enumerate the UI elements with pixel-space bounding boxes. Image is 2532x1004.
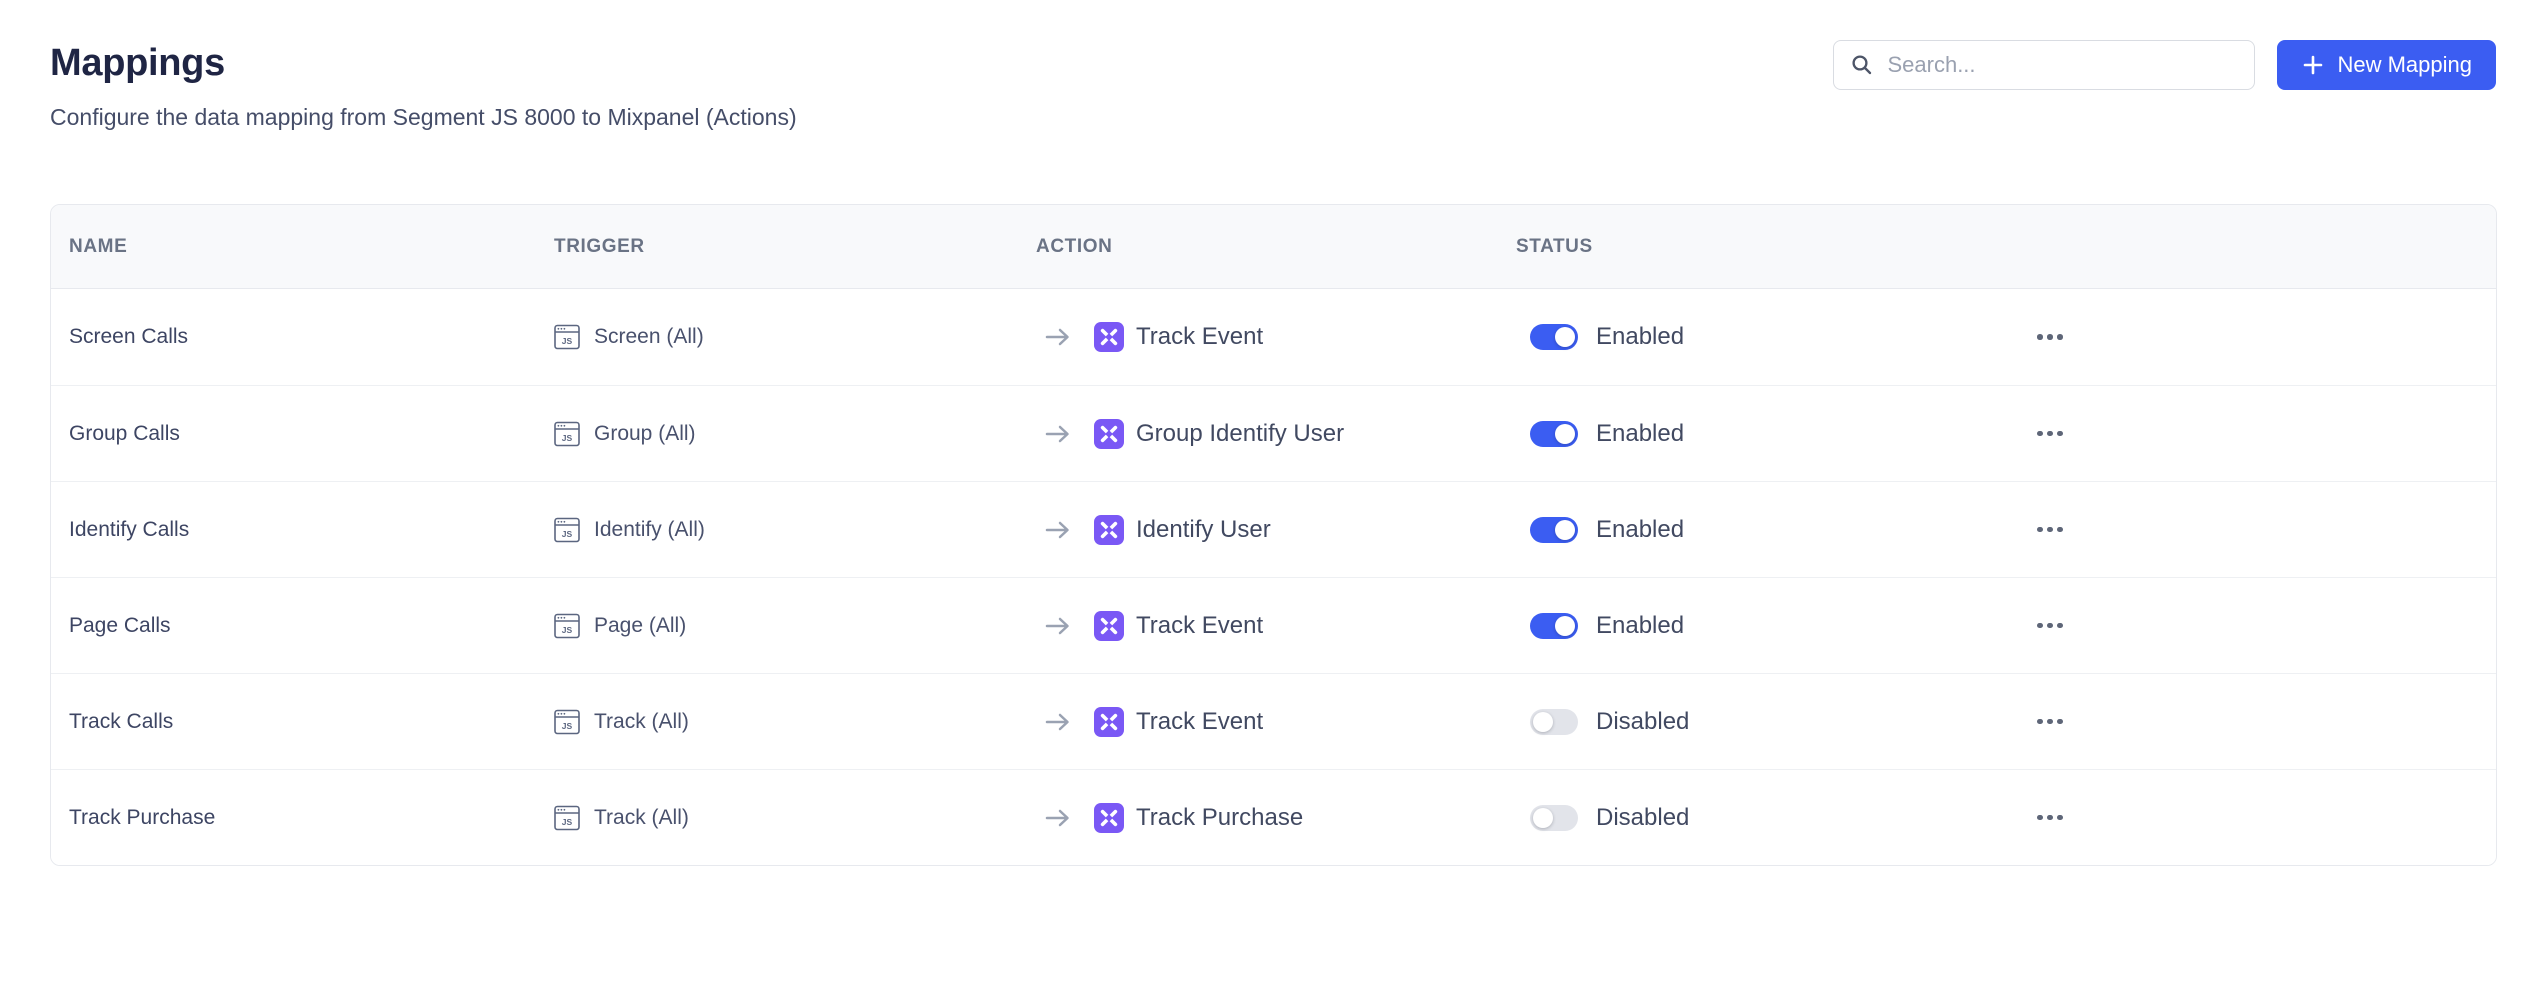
arrow-right-icon bbox=[1044, 423, 1072, 445]
mixpanel-icon bbox=[1094, 611, 1124, 641]
row-menu-button[interactable] bbox=[2031, 517, 2069, 543]
mapping-name: Group Calls bbox=[69, 422, 180, 446]
ellipsis-icon bbox=[2037, 623, 2043, 629]
trigger-label: Track (All) bbox=[594, 806, 689, 830]
heading-block: Mappings Configure the data mapping from… bbox=[50, 40, 797, 132]
status-toggle[interactable] bbox=[1530, 421, 1578, 447]
trigger-label: Group (All) bbox=[594, 422, 696, 446]
trigger-label: Page (All) bbox=[594, 614, 686, 638]
table-header-row: NAME TRIGGER ACTION STATUS bbox=[51, 205, 2496, 289]
mixpanel-icon bbox=[1094, 515, 1124, 545]
mapping-name: Identify Calls bbox=[69, 518, 189, 542]
toggle-knob bbox=[1533, 808, 1553, 828]
ellipsis-icon bbox=[2037, 334, 2043, 340]
action-label: Track Purchase bbox=[1136, 804, 1303, 832]
toggle-knob bbox=[1533, 712, 1553, 732]
mixpanel-icon bbox=[1094, 322, 1124, 352]
arrow-right-icon bbox=[1044, 615, 1072, 637]
table-row: Screen Calls JS Screen (All) bbox=[51, 289, 2496, 385]
mapping-name: Screen Calls bbox=[69, 325, 188, 349]
toggle-knob bbox=[1555, 520, 1575, 540]
action-label: Track Event bbox=[1136, 323, 1263, 351]
new-mapping-label: New Mapping bbox=[2337, 52, 2472, 78]
mappings-table: NAME TRIGGER ACTION STATUS Screen Calls … bbox=[50, 204, 2497, 866]
status-toggle[interactable] bbox=[1530, 613, 1578, 639]
status-toggle[interactable] bbox=[1530, 517, 1578, 543]
status-toggle[interactable] bbox=[1530, 324, 1578, 350]
plus-icon bbox=[2301, 53, 2325, 77]
status-label: Enabled bbox=[1596, 612, 1684, 640]
table-body: Screen Calls JS Screen (All) bbox=[51, 289, 2496, 865]
status-toggle[interactable] bbox=[1530, 805, 1578, 831]
browser-js-icon: JS bbox=[554, 420, 580, 448]
table-row: Identify Calls JS Identify (All) bbox=[51, 481, 2496, 577]
action-label: Track Event bbox=[1136, 612, 1263, 640]
status-label: Enabled bbox=[1596, 323, 1684, 351]
trigger-label: Screen (All) bbox=[594, 325, 704, 349]
js-label: JS bbox=[562, 721, 573, 731]
column-header-trigger: TRIGGER bbox=[554, 236, 1036, 258]
status-label: Enabled bbox=[1596, 420, 1684, 448]
column-header-name: NAME bbox=[51, 236, 554, 258]
column-header-action: ACTION bbox=[1036, 236, 1516, 258]
browser-js-icon: JS bbox=[554, 708, 580, 736]
ellipsis-icon bbox=[2037, 431, 2043, 437]
toggle-knob bbox=[1555, 616, 1575, 636]
column-header-status: STATUS bbox=[1516, 236, 1993, 258]
action-label: Identify User bbox=[1136, 516, 1271, 544]
status-toggle[interactable] bbox=[1530, 709, 1578, 735]
action-label: Track Event bbox=[1136, 708, 1263, 736]
js-label: JS bbox=[562, 336, 573, 346]
js-label: JS bbox=[562, 817, 573, 827]
row-menu-button[interactable] bbox=[2031, 805, 2069, 831]
trigger-label: Identify (All) bbox=[594, 518, 705, 542]
table-row: Track Purchase JS Track (All) bbox=[51, 769, 2496, 865]
table-row: Group Calls JS Group (All) bbox=[51, 385, 2496, 481]
row-menu-button[interactable] bbox=[2031, 421, 2069, 447]
arrow-right-icon bbox=[1044, 711, 1072, 733]
arrow-right-icon bbox=[1044, 326, 1072, 348]
row-menu-button[interactable] bbox=[2031, 324, 2069, 350]
ellipsis-icon bbox=[2037, 815, 2043, 821]
toggle-knob bbox=[1555, 327, 1575, 347]
js-label: JS bbox=[562, 625, 573, 635]
page-header: Mappings Configure the data mapping from… bbox=[0, 0, 2532, 132]
mixpanel-icon bbox=[1094, 803, 1124, 833]
action-label: Group Identify User bbox=[1136, 420, 1344, 448]
status-label: Disabled bbox=[1596, 708, 1689, 736]
search-box[interactable] bbox=[1833, 40, 2255, 90]
ellipsis-icon bbox=[2037, 719, 2043, 725]
toggle-knob bbox=[1555, 424, 1575, 444]
arrow-right-icon bbox=[1044, 519, 1072, 541]
page-title: Mappings bbox=[50, 40, 797, 86]
browser-js-icon: JS bbox=[554, 804, 580, 832]
mixpanel-icon bbox=[1094, 707, 1124, 737]
ellipsis-icon bbox=[2037, 527, 2043, 533]
browser-js-icon: JS bbox=[554, 612, 580, 640]
mapping-name: Track Calls bbox=[69, 710, 173, 734]
mapping-name: Track Purchase bbox=[69, 806, 215, 830]
status-label: Enabled bbox=[1596, 516, 1684, 544]
mixpanel-icon bbox=[1094, 419, 1124, 449]
mapping-name: Page Calls bbox=[69, 614, 171, 638]
search-icon bbox=[1850, 53, 1874, 77]
page-subtitle: Configure the data mapping from Segment … bbox=[50, 102, 797, 132]
table-row: Page Calls JS Page (All) bbox=[51, 577, 2496, 673]
status-label: Disabled bbox=[1596, 804, 1689, 832]
row-menu-button[interactable] bbox=[2031, 709, 2069, 735]
trigger-label: Track (All) bbox=[594, 710, 689, 734]
browser-js-icon: JS bbox=[554, 516, 580, 544]
header-controls: New Mapping bbox=[1833, 40, 2496, 90]
js-label: JS bbox=[562, 529, 573, 539]
browser-js-icon: JS bbox=[554, 323, 580, 351]
search-input[interactable] bbox=[1887, 52, 2238, 78]
js-label: JS bbox=[562, 433, 573, 443]
arrow-right-icon bbox=[1044, 807, 1072, 829]
mappings-page: Mappings Configure the data mapping from… bbox=[0, 0, 2532, 1004]
row-menu-button[interactable] bbox=[2031, 613, 2069, 639]
new-mapping-button[interactable]: New Mapping bbox=[2277, 40, 2496, 90]
table-row: Track Calls JS Track (All) bbox=[51, 673, 2496, 769]
